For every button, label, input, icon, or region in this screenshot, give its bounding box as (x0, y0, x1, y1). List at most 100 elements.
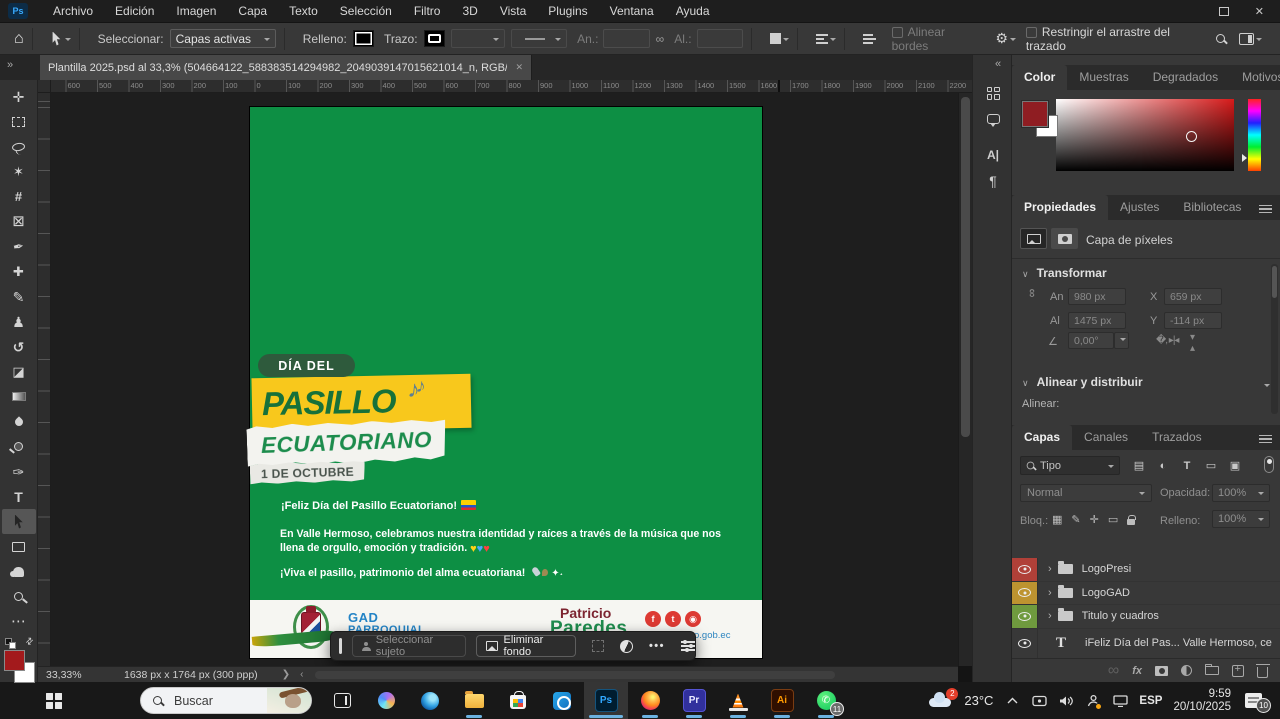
tool-pen[interactable] (2, 459, 36, 484)
tool-clone-stamp[interactable] (2, 309, 36, 334)
taskbar-illustrator[interactable]: Ai (760, 682, 804, 719)
tab-ajustes[interactable]: Ajustes (1108, 195, 1171, 220)
close-window-icon[interactable]: ✕ (1255, 5, 1264, 18)
tab-propiedades[interactable]: Propiedades (1012, 195, 1108, 220)
add-layer-mask-icon[interactable] (1155, 666, 1168, 676)
workspace-switcher-icon[interactable] (1239, 33, 1262, 45)
blend-mode-dropdown[interactable]: Normal (1020, 484, 1152, 502)
tool-brush[interactable] (2, 284, 36, 309)
tab-canales[interactable]: Canales (1072, 425, 1140, 450)
path-arrangement-icon[interactable] (863, 34, 876, 44)
filter-pixel-layers-icon[interactable]: ▤ (1128, 456, 1150, 475)
link-layers-icon[interactable]: ∞ (1108, 662, 1119, 680)
scroll-left-icon[interactable]: ‹ (300, 669, 303, 680)
expand-group-icon[interactable]: › (1048, 610, 1052, 622)
tool-zoom[interactable] (2, 584, 36, 609)
taskbar-premiere[interactable]: Pr (672, 682, 716, 719)
path-operations-icon[interactable] (770, 33, 789, 44)
transform-y-field[interactable]: -114 px (1164, 312, 1222, 329)
new-adjustment-layer-icon[interactable] (1181, 665, 1192, 676)
tab-bibliotecas[interactable]: Bibliotecas (1171, 195, 1253, 220)
layer-name[interactable]: Titulo y cuadros (1082, 610, 1159, 622)
lock-all-icon[interactable] (1127, 519, 1135, 525)
transform-section-header[interactable]: Transformar (1022, 266, 1107, 280)
tab-muestras[interactable]: Muestras (1067, 65, 1140, 90)
search-box[interactable]: Buscar (140, 687, 312, 714)
tool-marquee[interactable] (2, 109, 36, 134)
comments-panel-icon[interactable] (981, 107, 1005, 131)
pixel-layer-icon[interactable] (1020, 228, 1047, 249)
menu-capa[interactable]: Capa (227, 0, 278, 22)
select-mode-dropdown[interactable]: Capas activas (170, 29, 276, 48)
transform-icon[interactable] (592, 640, 604, 652)
remove-background-button[interactable]: Eliminar fondo (476, 635, 576, 657)
temperature[interactable]: 23°C (964, 693, 993, 708)
taskbar-firefox[interactable] (628, 682, 672, 719)
foreground-color-swatch[interactable] (4, 650, 25, 671)
menu-3d[interactable]: 3D (451, 0, 488, 22)
flip-vertical-icon[interactable]: ▾▴ (1190, 332, 1194, 354)
color-field-marker[interactable] (1186, 131, 1197, 142)
taskbar-edge[interactable] (408, 682, 452, 719)
filter-adjustment-layers-icon[interactable]: ◐ (1152, 456, 1174, 475)
menu-ayuda[interactable]: Ayuda (665, 0, 721, 22)
filter-type-layers-icon[interactable]: T (1176, 456, 1198, 475)
tab-capas[interactable]: Capas (1012, 425, 1072, 450)
tool-type[interactable] (2, 484, 36, 509)
link-dimensions-icon[interactable]: ∞ (656, 32, 665, 46)
layer-name[interactable]: LogoPresi (1082, 563, 1132, 575)
width-input[interactable] (603, 29, 649, 48)
filter-shape-layers-icon[interactable]: ▭ (1200, 456, 1222, 475)
document-tab[interactable]: Plantilla 2025.psd al 33,3% (504664122_5… (40, 55, 532, 80)
tool-healing-brush[interactable] (2, 259, 36, 284)
gear-icon[interactable]: ⚙ (995, 30, 1016, 47)
select-subject-button[interactable]: Seleccionar sujeto (352, 635, 466, 657)
flip-horizontal-icon[interactable]: �, ▸|◂ (1156, 335, 1178, 346)
menu-selección[interactable]: Selección (329, 0, 403, 22)
stroke-width-dropdown[interactable] (451, 29, 505, 48)
tool-path-selection[interactable] (2, 509, 36, 534)
taskbar-file-explorer[interactable] (452, 682, 496, 719)
filter-smart-objects-icon[interactable]: ▣ (1224, 456, 1246, 475)
tab-degradados[interactable]: Degradados (1141, 65, 1230, 90)
tool-history-brush[interactable] (2, 334, 36, 359)
tool-eraser[interactable] (2, 359, 36, 384)
layer-visibility-icon[interactable] (1012, 582, 1038, 605)
menu-imagen[interactable]: Imagen (165, 0, 227, 22)
current-tool-icon[interactable] (51, 32, 71, 46)
layer-row[interactable]: ›LogoGAD (1012, 582, 1280, 606)
weather-icon[interactable]: 2 (929, 693, 953, 709)
tool-gradient[interactable] (2, 384, 36, 409)
glyphs-panel-icon[interactable] (981, 81, 1005, 105)
more-options-icon[interactable]: ••• (649, 640, 665, 652)
layer-effects-icon[interactable]: fx (1132, 665, 1142, 677)
lock-pixels-icon[interactable]: ✎ (1071, 513, 1080, 526)
align-edges-checkbox[interactable]: Alinear bordes (892, 25, 982, 53)
adjustments-icon[interactable] (620, 640, 633, 653)
restore-window-icon[interactable] (1219, 7, 1229, 16)
layer-name[interactable]: LogoGAD (1082, 587, 1130, 599)
color-field[interactable] (1056, 99, 1234, 171)
tool-dodge[interactable] (2, 434, 36, 459)
expand-group-icon[interactable]: › (1048, 563, 1052, 575)
taskbar-vlc[interactable] (716, 682, 760, 719)
lock-position-icon[interactable]: ✛ (1090, 513, 1099, 526)
language-indicator[interactable]: ESP (1139, 695, 1162, 707)
meet-now-icon[interactable] (1031, 693, 1047, 709)
delete-layer-icon[interactable] (1257, 667, 1268, 678)
layer-visibility-icon[interactable] (1012, 558, 1038, 581)
expand-dock-icon[interactable]: » (7, 59, 13, 71)
properties-panel-menu-icon[interactable] (1259, 205, 1272, 214)
tool-crop[interactable] (2, 184, 36, 209)
properties-scrollbar[interactable] (1271, 264, 1278, 414)
transform-height-field[interactable]: 1475 px (1068, 312, 1126, 329)
layer-row[interactable]: › LogoPresi (1012, 558, 1280, 582)
new-group-icon[interactable] (1205, 666, 1219, 675)
layer-row[interactable]: › Titulo y cuadros (1012, 605, 1280, 629)
panel-foreground-swatch[interactable] (1022, 101, 1048, 127)
tool-move[interactable] (2, 84, 36, 109)
rotation-dropdown[interactable] (1114, 332, 1129, 349)
layer-visibility-icon[interactable] (1012, 629, 1038, 658)
layer-name[interactable]: iFeliz Día del Pas... Valle Hermoso, ce (1085, 637, 1272, 649)
transform-width-field[interactable]: 980 px (1068, 288, 1126, 305)
